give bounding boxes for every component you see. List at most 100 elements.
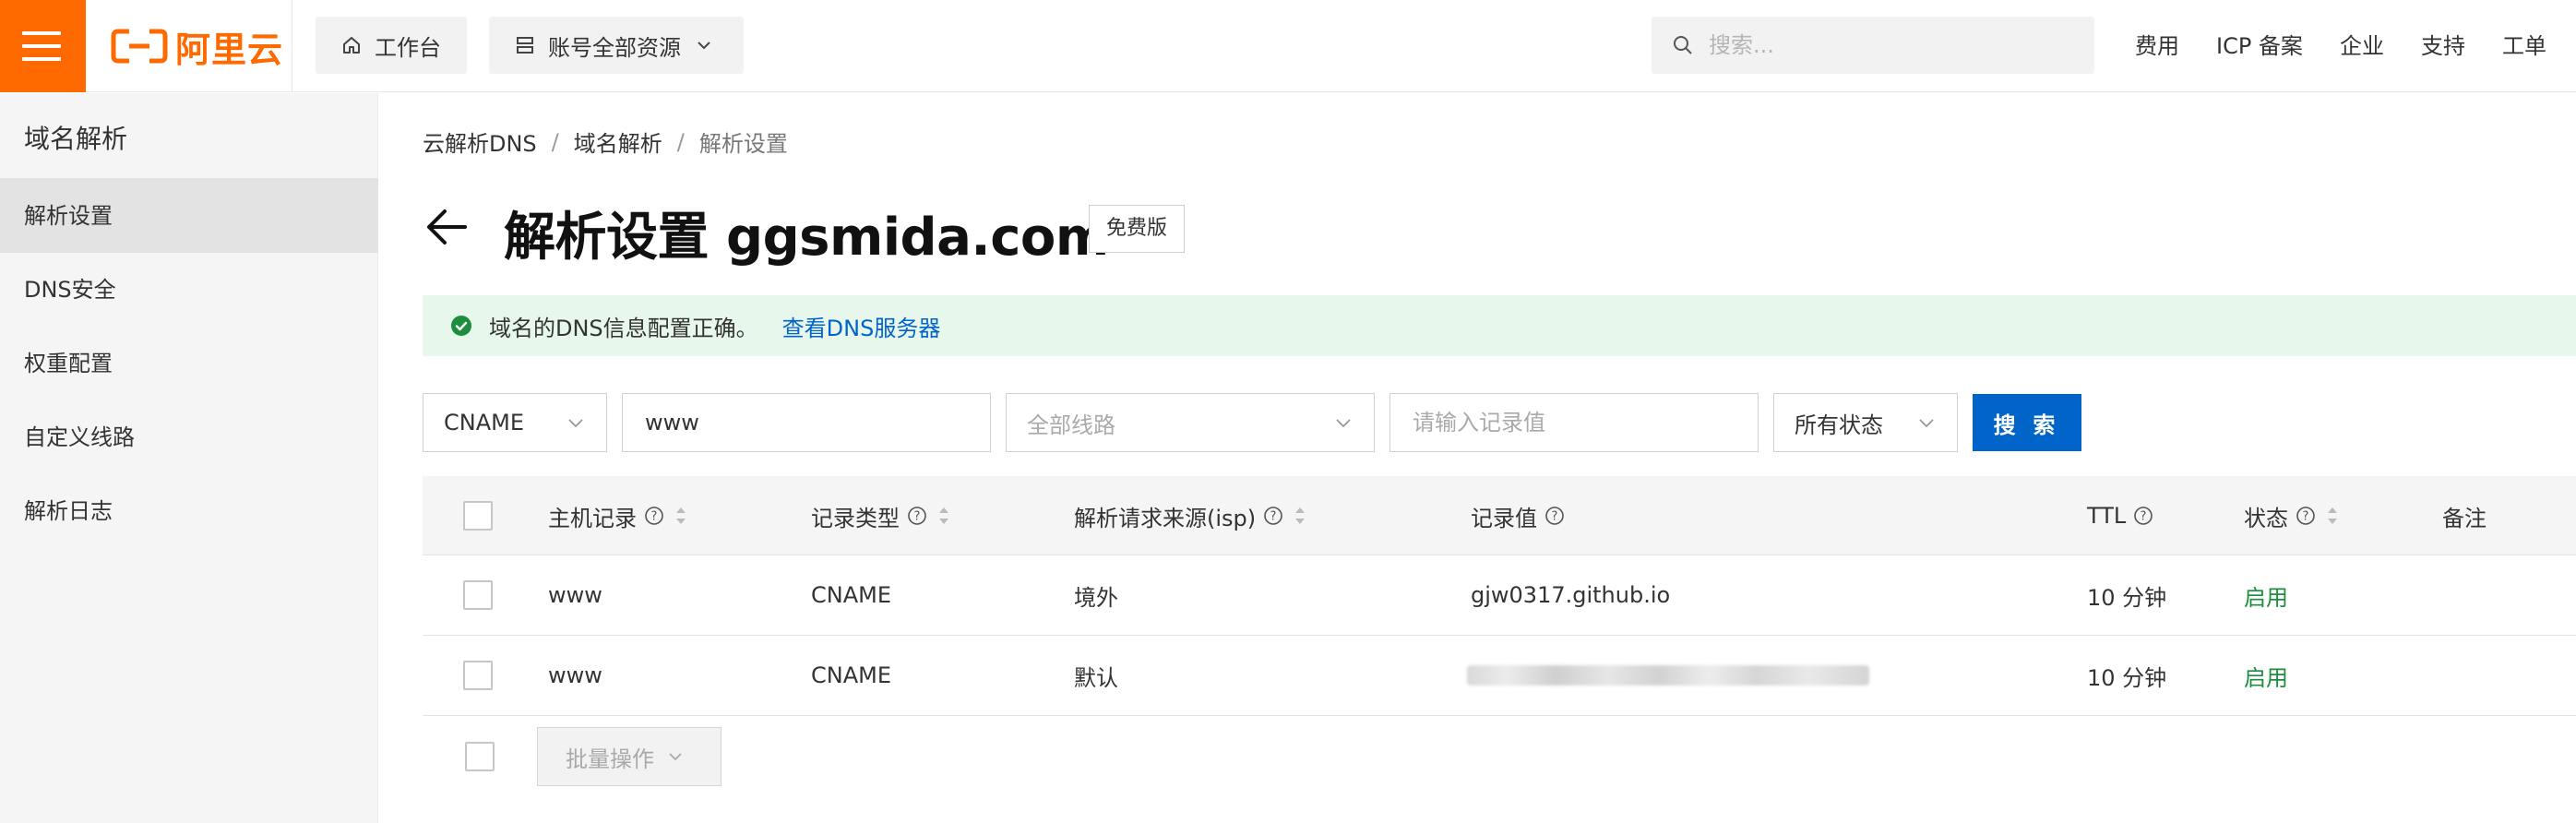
sort-icon[interactable] [936, 504, 951, 528]
record-value-input[interactable] [1411, 409, 1758, 436]
sidebar-item-dns-security[interactable]: DNS安全 [0, 253, 378, 327]
row-checkbox[interactable] [463, 580, 493, 610]
ttl-cell: 10 分钟 [2087, 664, 2167, 691]
table-row[interactable]: www CNAME 默认 10 分钟 启用 [423, 636, 2576, 716]
home-icon [343, 37, 360, 54]
ttl-cell: 10 分钟 [2087, 584, 2167, 611]
breadcrumb-domain-dns[interactable]: 域名解析 [574, 125, 662, 158]
row-checkbox[interactable] [463, 661, 493, 690]
menu-bar-line [22, 44, 61, 48]
column-header-label: 解析请求来源(isp) [1074, 505, 1257, 531]
account-resources-dropdown[interactable]: 账号全部资源 [489, 17, 744, 74]
record-type-value: CNAME [444, 410, 524, 435]
sidebar-item-weight-config[interactable]: 权重配置 [0, 327, 378, 400]
search-button[interactable]: 搜 索 [1973, 394, 2081, 451]
column-header-ttl[interactable]: TTL ? [2087, 476, 2153, 555]
column-header-label: 记录类型 [811, 505, 900, 531]
support-link[interactable]: 支持 [2421, 28, 2465, 60]
help-icon[interactable]: ? [1263, 506, 1283, 526]
top-navigation-bar: 阿里云 工作台 账号全部资源 费用 ICP 备案 企业 支持 工单 [0, 0, 2576, 92]
brand-name: 阿里云 [175, 29, 284, 70]
host-record-field [622, 393, 991, 452]
alert-message: 域名的DNS信息配置正确。 [489, 315, 758, 341]
ticket-link[interactable]: 工单 [2502, 28, 2546, 60]
help-icon[interactable]: ? [1544, 506, 1565, 526]
resolution-line-select[interactable]: 全部线路 [1006, 393, 1375, 452]
status-cell: 启用 [2244, 664, 2288, 691]
sidebar: 域名解析 解析设置 DNS安全 权重配置 自定义线路 解析日志 [0, 93, 378, 823]
icp-filing-link[interactable]: ICP 备案 [2216, 28, 2303, 60]
page-title: 解析设置 ggsmida.com [504, 208, 1109, 268]
help-icon[interactable]: ? [644, 506, 664, 526]
table-footer: 批量操作 [423, 727, 2576, 801]
breadcrumb-cloud-dns[interactable]: 云解析DNS [423, 125, 537, 158]
svg-text:?: ? [651, 510, 658, 524]
row-select-cell [463, 636, 493, 715]
global-search-input[interactable] [1707, 31, 2057, 59]
sidebar-title: 域名解析 [24, 124, 128, 154]
chevron-down-icon [568, 419, 583, 428]
svg-text:?: ? [1552, 510, 1558, 524]
breadcrumb: 云解析DNS / 域名解析 / 解析设置 [423, 125, 788, 158]
type-cell: CNAME [811, 582, 891, 608]
enterprise-link[interactable]: 企业 [2340, 28, 2384, 60]
type-cell: CNAME [811, 662, 891, 688]
column-header-type[interactable]: 记录类型 ? [811, 476, 951, 555]
status-cell: 启用 [2244, 584, 2288, 611]
help-icon[interactable]: ? [2296, 506, 2316, 526]
status-select-value: 所有状态 [1795, 412, 1883, 438]
row-select-cell [463, 555, 493, 635]
svg-text:?: ? [1270, 510, 1277, 524]
chevron-down-icon [1336, 419, 1351, 428]
sort-icon[interactable] [674, 504, 688, 528]
column-header-value[interactable]: 记录值 ? [1471, 476, 1565, 555]
aliyun-logo-icon [111, 29, 168, 64]
brand-logo[interactable]: 阿里云 [111, 26, 283, 70]
record-type-select[interactable]: CNAME [423, 393, 607, 452]
breadcrumb-separator: / [676, 128, 685, 155]
back-arrow-icon[interactable] [423, 203, 471, 251]
value-cell: gjw0317.github.io [1471, 582, 1671, 608]
workbench-button[interactable]: 工作台 [316, 17, 467, 74]
server-icon [517, 37, 533, 54]
redacted-value [1467, 665, 1869, 686]
footer-select-all-checkbox[interactable] [465, 742, 495, 771]
batch-operations-button[interactable]: 批量操作 [537, 727, 722, 786]
table-row[interactable]: www CNAME 境外 gjw0317.github.io 10 分钟 启用 [423, 555, 2576, 636]
column-header-isp[interactable]: 解析请求来源(isp) ? [1074, 476, 1307, 555]
billing-link[interactable]: 费用 [2135, 28, 2179, 60]
check-circle-icon [451, 316, 471, 336]
hamburger-menu-button[interactable] [0, 0, 86, 92]
line-cell: 境外 [1074, 584, 1118, 611]
column-header-label: 备注 [2442, 505, 2487, 531]
resolution-line-placeholder: 全部线路 [1027, 412, 1115, 438]
column-header-host[interactable]: 主机记录 ? [548, 476, 688, 555]
help-icon[interactable]: ? [2133, 506, 2153, 526]
select-all-checkbox[interactable] [463, 501, 493, 531]
sort-icon[interactable] [2325, 504, 2340, 528]
column-header-label: 状态 [2244, 505, 2288, 531]
column-header-status[interactable]: 状态 ? [2244, 476, 2340, 555]
svg-text:?: ? [914, 510, 921, 524]
menu-bar-line [22, 57, 61, 61]
view-dns-servers-link[interactable]: 查看DNS服务器 [782, 310, 941, 342]
workbench-label: 工作台 [375, 34, 441, 61]
sidebar-item-dns-logs[interactable]: 解析日志 [0, 474, 378, 548]
host-record-input[interactable] [643, 409, 990, 436]
status-select[interactable]: 所有状态 [1773, 393, 1958, 452]
column-header-remark: 备注 [2442, 476, 2487, 555]
column-header-label: 记录值 [1471, 505, 1537, 531]
sort-icon[interactable] [1293, 504, 1307, 528]
sidebar-item-custom-lines[interactable]: 自定义线路 [0, 400, 378, 474]
edition-badge: 免费版 [1089, 205, 1186, 253]
sidebar-item-dns-settings[interactable]: 解析设置 [0, 179, 378, 253]
chevron-down-icon [698, 42, 710, 50]
batch-operations-label: 批量操作 [566, 745, 654, 772]
search-icon [1674, 36, 1692, 54]
column-header-label: TTL [2087, 503, 2127, 529]
account-resources-label: 账号全部资源 [548, 34, 681, 61]
help-icon[interactable]: ? [907, 506, 927, 526]
host-cell: www [548, 582, 602, 608]
menu-bar-line [22, 31, 61, 35]
global-search-box [1652, 17, 2094, 74]
